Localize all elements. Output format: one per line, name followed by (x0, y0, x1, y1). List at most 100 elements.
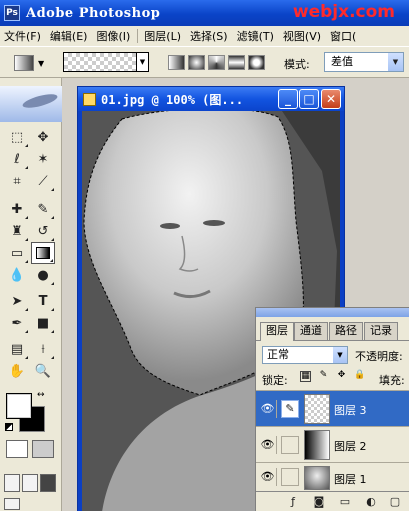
document-title: 01.jpg @ 100% (图... (101, 92, 244, 107)
watermark-text: webjx.com (292, 2, 395, 22)
chevron-down-icon[interactable]: ▼ (136, 53, 148, 71)
eye-icon[interactable]: 👁 (259, 400, 277, 418)
menu-edit[interactable]: 编辑(E) (46, 28, 93, 44)
layer-row[interactable]: 👁 图层 2 (256, 426, 409, 462)
lock-all-icon[interactable]: 🔒 (354, 371, 365, 382)
mode-value: 差值 (331, 55, 353, 68)
radial-gradient-icon[interactable] (188, 55, 205, 70)
adjustment-layer-icon[interactable]: ◐ (364, 495, 378, 508)
chevron-down-icon[interactable]: ▼ (38, 59, 44, 68)
mode-select[interactable]: 差值 ▼ (324, 52, 404, 72)
clone-stamp-icon[interactable]: ♜ (5, 220, 29, 242)
menu-layer[interactable]: 图层(L) (140, 28, 186, 44)
new-layer-icon[interactable]: ▢ (388, 495, 402, 508)
angle-gradient-icon[interactable] (208, 55, 225, 70)
dodge-tool-icon[interactable]: ● (31, 264, 55, 286)
eyedropper-icon[interactable]: ⟊ (31, 338, 55, 360)
menu-select[interactable]: 选择(S) (186, 28, 233, 44)
link-icon[interactable] (281, 468, 299, 486)
layer-name[interactable]: 图层 1 (334, 471, 367, 487)
title-bar: Ps Adobe Photoshop webjx.com (0, 0, 409, 26)
layer-thumbnail (304, 394, 330, 424)
new-group-icon[interactable]: ▭ (338, 495, 352, 508)
swap-colors-icon[interactable]: ↔ (37, 390, 45, 400)
layer-name[interactable]: 图层 2 (334, 438, 367, 454)
tab-layers[interactable]: 图层 (260, 322, 294, 341)
move-tool-icon[interactable]: ✥ (31, 126, 55, 148)
gradient-tool-icon[interactable] (31, 242, 55, 264)
layer-name[interactable]: 图层 3 (334, 402, 367, 418)
blur-tool-icon[interactable]: 💧 (5, 264, 29, 286)
marquee-tool-icon[interactable]: ⬚ (5, 126, 29, 148)
standard-screen-icon[interactable] (4, 474, 20, 492)
notes-tool-icon[interactable]: ▤ (5, 338, 29, 360)
document-title-bar: 01.jpg @ 100% (图... _ □ ✕ (78, 87, 344, 111)
menu-filter[interactable]: 滤镜(T) (233, 28, 279, 44)
reflected-gradient-icon[interactable] (228, 55, 245, 70)
linear-gradient-icon[interactable] (168, 55, 185, 70)
mode-label: 模式: (284, 58, 310, 71)
magic-wand-icon[interactable]: ✶ (31, 148, 55, 170)
fullscreen-icon[interactable] (40, 474, 56, 492)
blend-mode-value: 正常 (267, 348, 289, 361)
lock-position-icon[interactable]: ✥ (336, 371, 347, 382)
document-icon (83, 92, 96, 106)
blend-mode-select[interactable]: 正常 ▼ (262, 346, 348, 364)
quick-mask-icon[interactable] (32, 440, 54, 458)
link-icon[interactable] (281, 436, 299, 454)
palette-grip[interactable] (256, 308, 409, 317)
fullscreen-menu-icon[interactable] (22, 474, 38, 492)
menu-file[interactable]: 文件(F) (0, 28, 46, 44)
lasso-tool-icon[interactable]: ℓ (5, 148, 29, 170)
menu-window[interactable]: 窗口( (326, 28, 361, 44)
menu-separator (137, 29, 139, 43)
palette-header (0, 86, 62, 122)
zoom-tool-icon[interactable]: 🔍 (31, 360, 55, 382)
layer-mask-icon[interactable]: ◙ (312, 495, 326, 508)
history-brush-icon[interactable]: ↺ (31, 220, 55, 242)
lock-transparent-icon[interactable]: ▦ (300, 371, 311, 382)
eye-icon[interactable]: 👁 (259, 436, 277, 454)
feather-icon (21, 91, 59, 111)
layer-row[interactable]: 👁 ✎ 图层 3 (256, 390, 409, 426)
photoshop-icon: Ps (4, 5, 20, 21)
minimize-button[interactable]: _ (278, 89, 298, 109)
type-tool-icon[interactable]: T (31, 290, 55, 312)
shape-tool-icon[interactable]: ■ (31, 312, 55, 334)
tab-channels[interactable]: 通道 (294, 322, 328, 340)
opacity-label: 不透明度: (355, 350, 403, 363)
chevron-down-icon[interactable]: ▼ (388, 53, 403, 71)
tool-palette: ⬚ ✥ ℓ ✶ ⌗ ⟋ ✚ ✎ ♜ ↺ ▭ 💧 ● ➤ T ✒ ■ ▤ ⟊ ✋ … (0, 78, 62, 511)
chevron-down-icon[interactable]: ▼ (333, 347, 347, 363)
layer-style-icon[interactable]: ƒ (286, 495, 300, 508)
gradient-tool-preset-icon[interactable] (14, 55, 34, 71)
slice-tool-icon[interactable]: ⟋ (31, 170, 55, 192)
hand-tool-icon[interactable]: ✋ (5, 360, 29, 382)
eye-icon[interactable]: 👁 (259, 468, 277, 486)
jump-to-imageready-icon[interactable] (4, 498, 20, 510)
menu-image[interactable]: 图像(I) (92, 28, 135, 44)
standard-mode-icon[interactable] (6, 440, 28, 458)
eraser-tool-icon[interactable]: ▭ (5, 242, 29, 264)
healing-brush-icon[interactable]: ✚ (5, 198, 29, 220)
close-button[interactable]: ✕ (321, 89, 341, 109)
tab-paths[interactable]: 路径 (329, 322, 363, 340)
brush-tool-icon[interactable]: ✎ (31, 198, 55, 220)
menu-view[interactable]: 视图(V) (279, 28, 326, 44)
path-selection-icon[interactable]: ➤ (5, 290, 29, 312)
diamond-gradient-icon[interactable] (248, 55, 265, 70)
maximize-button[interactable]: □ (299, 89, 319, 109)
foreground-color-swatch[interactable] (6, 393, 32, 419)
menu-bar: 文件(F) 编辑(E) 图像(I) 图层(L) 选择(S) 滤镜(T) 视图(V… (0, 26, 409, 46)
fill-label: 填充: (379, 374, 405, 387)
lock-image-icon[interactable]: ✎ (318, 371, 329, 382)
layer-row[interactable]: 👁 图层 1 (256, 462, 409, 491)
default-colors-icon[interactable] (5, 423, 13, 431)
tab-history[interactable]: 记录 (364, 322, 398, 340)
gradient-picker[interactable]: ▼ (63, 52, 149, 72)
layers-footer: ƒ ◙ ▭ ◐ ▢ (256, 491, 409, 511)
app-title: Adobe Photoshop (26, 5, 161, 21)
brush-icon[interactable]: ✎ (281, 400, 299, 418)
crop-tool-icon[interactable]: ⌗ (5, 170, 29, 192)
pen-tool-icon[interactable]: ✒ (5, 312, 29, 334)
